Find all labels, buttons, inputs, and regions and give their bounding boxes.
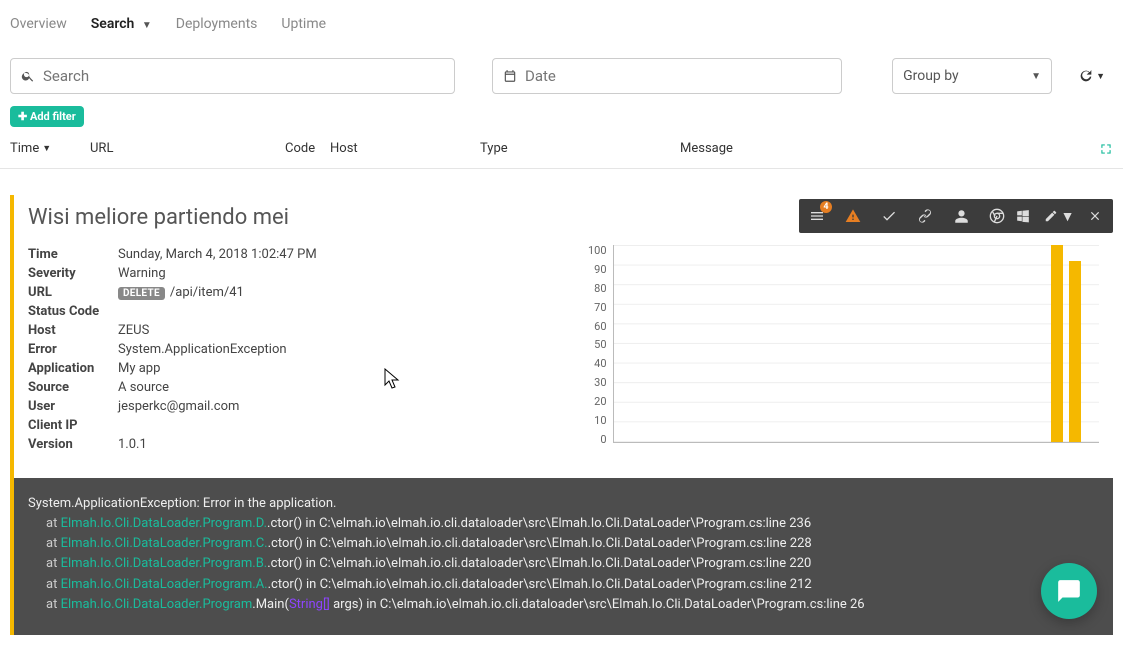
y-tick: 10	[594, 415, 606, 424]
chat-fab[interactable]	[1041, 563, 1097, 619]
user-icon[interactable]	[943, 199, 979, 233]
caret-down-icon: ▼	[1061, 208, 1075, 225]
y-tick: 50	[594, 339, 606, 348]
detail-chart: 1009080706050403020100	[588, 245, 1099, 454]
k-url: URL	[28, 285, 118, 300]
chart-bar	[1051, 245, 1063, 442]
k-time: Time	[28, 247, 118, 262]
plus-icon: ✚	[18, 110, 30, 123]
search-input-group[interactable]	[10, 58, 455, 94]
chart-bar	[1069, 261, 1081, 442]
y-tick: 20	[594, 396, 606, 405]
col-time-label: Time	[10, 141, 39, 156]
col-type[interactable]: Type	[480, 141, 680, 156]
k-severity: Severity	[28, 266, 118, 281]
column-headers: Time▼ URL Code Host Type Message	[0, 137, 1123, 169]
k-application: Application	[28, 361, 118, 376]
warning-icon[interactable]	[835, 199, 871, 233]
add-filter-button[interactable]: ✚ Add filter	[10, 106, 84, 127]
controls-row: Group by ▼ ▼	[0, 48, 1123, 104]
col-url[interactable]: URL	[90, 141, 285, 156]
y-tick: 60	[594, 321, 606, 330]
y-tick: 80	[594, 283, 606, 292]
k-host: Host	[28, 323, 118, 338]
col-code[interactable]: Code	[285, 141, 330, 156]
search-input[interactable]	[43, 67, 242, 85]
add-filter-label: Add filter	[30, 110, 76, 123]
sort-desc-icon: ▼	[42, 143, 51, 154]
stacktrace: System.ApplicationException: Error in th…	[14, 478, 1113, 635]
y-tick: 0	[600, 434, 606, 443]
chart-y-axis: 1009080706050403020100	[588, 245, 613, 443]
k-user: User	[28, 399, 118, 414]
tab-deployments[interactable]: Deployments	[176, 2, 258, 46]
detail-title: Wisi meliore partiendo mei	[28, 199, 799, 230]
v-user: jesperkc@gmail.com	[118, 399, 239, 414]
k-error: Error	[28, 342, 118, 357]
badge-count: 4	[820, 201, 832, 213]
detail-fields: TimeSunday, March 4, 2018 1:02:47 PM Sev…	[28, 245, 568, 454]
edit-icon[interactable]: ▼	[1041, 199, 1077, 233]
v-host: ZEUS	[118, 323, 149, 338]
y-tick: 70	[594, 302, 606, 311]
stacktrace-header: System.ApplicationException: Error in th…	[28, 494, 1099, 514]
chart-plot	[613, 245, 1099, 443]
y-tick: 90	[594, 264, 606, 273]
col-host[interactable]: Host	[330, 141, 480, 156]
stack-frame: at Elmah.Io.Cli.DataLoader.Program.B..ct…	[28, 554, 1099, 574]
k-status: Status Code	[28, 304, 118, 319]
expand-all-icon[interactable]	[1099, 142, 1113, 156]
list-icon[interactable]: 4	[799, 199, 835, 233]
tab-search-label: Search	[91, 16, 135, 32]
stack-frame: at Elmah.Io.Cli.DataLoader.Program.A..ct…	[28, 575, 1099, 595]
tab-overview[interactable]: Overview	[10, 2, 67, 46]
close-icon[interactable]	[1077, 199, 1113, 233]
refresh-button[interactable]: ▼	[1070, 68, 1113, 84]
filter-row: ✚ Add filter	[0, 104, 1123, 137]
caret-down-icon: ▼	[1031, 71, 1041, 82]
top-tabs: Overview Search ▼ Deployments Uptime	[0, 0, 1123, 48]
calendar-icon	[503, 69, 517, 83]
v-time: Sunday, March 4, 2018 1:02:47 PM	[118, 247, 317, 262]
windows-icon[interactable]	[1005, 199, 1041, 233]
caret-down-icon: ▼	[142, 20, 152, 31]
date-input-group[interactable]	[492, 58, 842, 94]
v-url: DELETE/api/item/41	[118, 285, 244, 300]
v-severity: Warning	[118, 266, 166, 281]
tab-search[interactable]: Search ▼	[91, 2, 152, 46]
date-input[interactable]	[525, 67, 724, 85]
detail-toolbar: 4 ▼	[799, 199, 1113, 233]
groupby-select[interactable]: Group by ▼	[892, 58, 1052, 94]
stack-frame: at Elmah.Io.Cli.DataLoader.Program.C..ct…	[28, 534, 1099, 554]
http-method-badge: DELETE	[118, 287, 165, 300]
stack-frame: at Elmah.Io.Cli.DataLoader.Program.Main(…	[28, 595, 1099, 615]
tab-uptime[interactable]: Uptime	[281, 2, 326, 46]
v-version: 1.0.1	[118, 437, 147, 452]
k-version: Version	[28, 437, 118, 452]
link-icon[interactable]	[907, 199, 943, 233]
url-path: /api/item/41	[170, 285, 244, 300]
v-source: A source	[118, 380, 169, 395]
check-icon[interactable]	[871, 199, 907, 233]
k-source: Source	[28, 380, 118, 395]
y-tick: 30	[594, 377, 606, 386]
y-tick: 40	[594, 358, 606, 367]
stack-frame: at Elmah.Io.Cli.DataLoader.Program.D..ct…	[28, 514, 1099, 534]
groupby-label: Group by	[903, 68, 959, 84]
col-time[interactable]: Time▼	[10, 141, 90, 156]
search-icon	[21, 69, 35, 83]
detail-panel: Wisi meliore partiendo mei 4 ▼ TimeSunda…	[10, 195, 1113, 635]
caret-down-icon: ▼	[1096, 71, 1105, 82]
v-application: My app	[118, 361, 160, 376]
col-message[interactable]: Message	[680, 141, 1083, 156]
y-tick: 100	[588, 245, 607, 254]
v-error: System.ApplicationException	[118, 342, 287, 357]
k-clientip: Client IP	[28, 418, 118, 433]
